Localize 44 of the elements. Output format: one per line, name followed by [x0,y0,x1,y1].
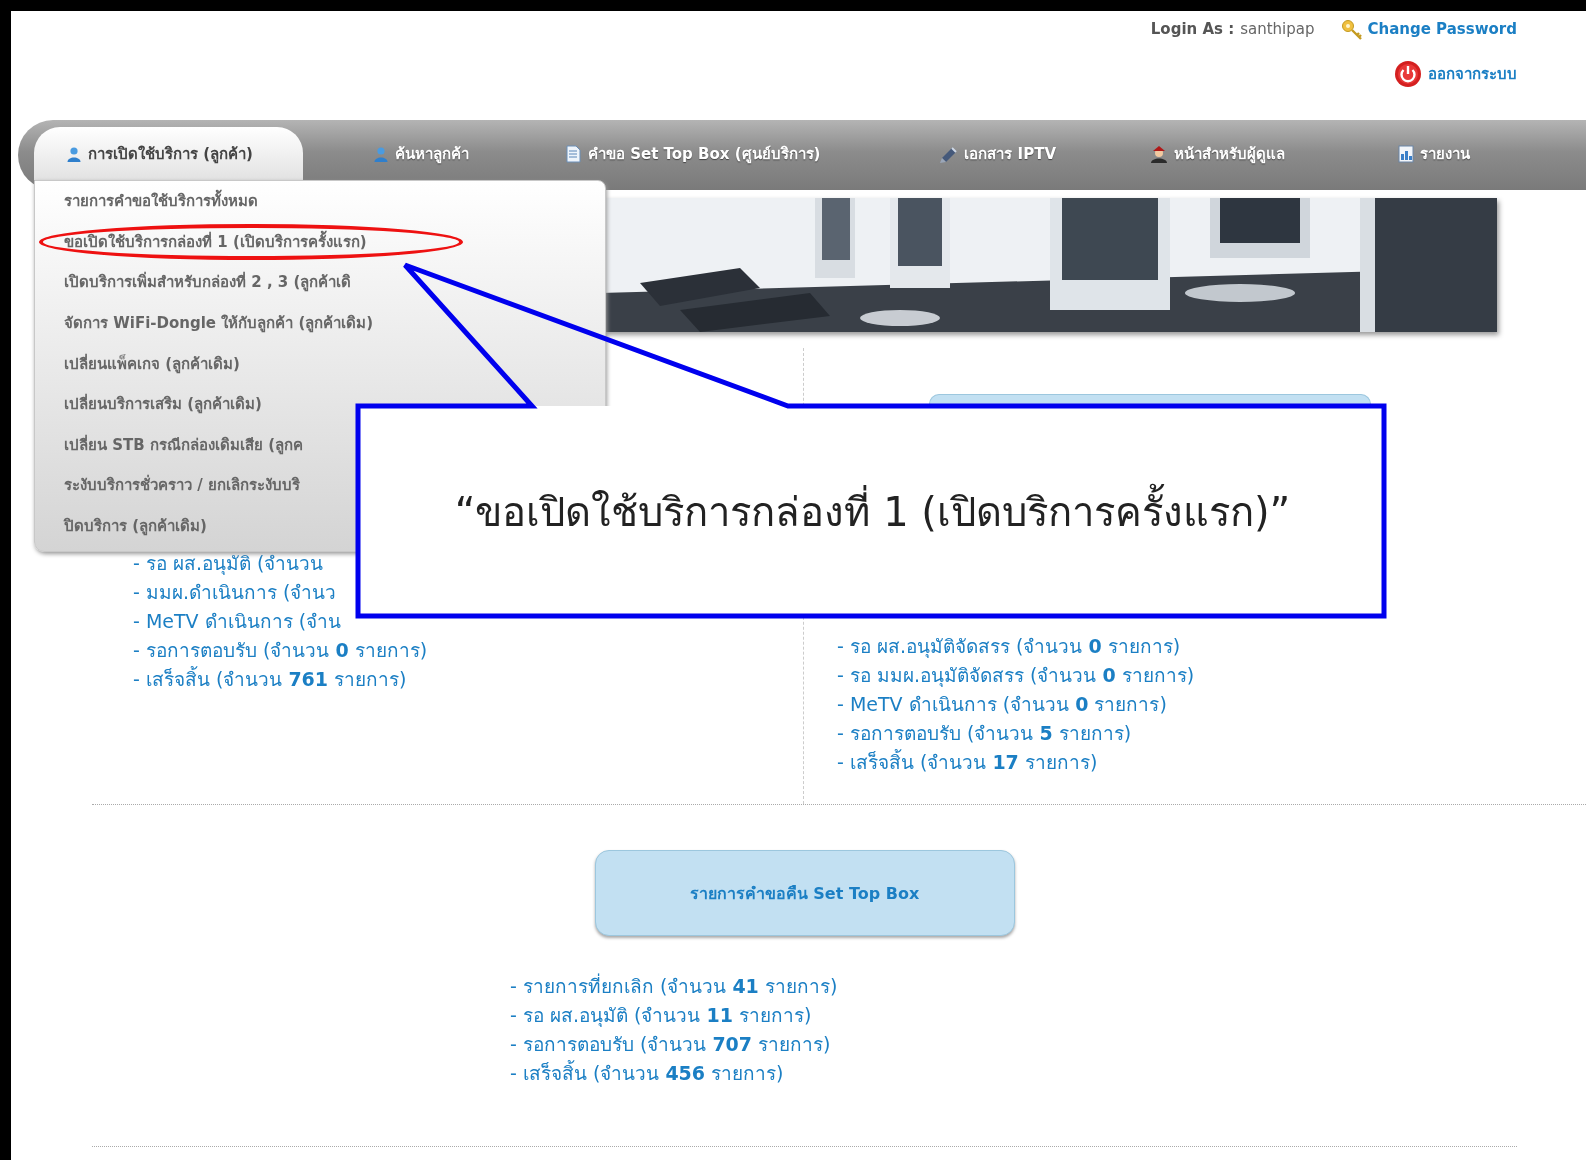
change-password-link[interactable]: Change Password [1367,20,1517,38]
key-icon [1340,18,1362,40]
status-link[interactable]: - เสร็จสิ้น (จำนวน 456 รายการ) [510,1059,784,1088]
username: santhipap [1240,20,1315,38]
menu-item[interactable]: เปลี่ยนบริการเสริม (ลูกค้าเดิม) [35,383,262,425]
menu-item[interactable]: จัดการ WiFi-Dongle ให้กับลูกค้า (ลูกค้าเดิม) [35,302,374,344]
pen-icon [940,144,959,163]
return-requests-button[interactable]: รายการคำขอคืน Set Top Box [594,850,1015,936]
nav-tab[interactable]: การเปิดใช้บริการ (ลูกค้า) [34,127,303,180]
status-link[interactable]: - เสร็จสิ้น (จำนวน 761 รายการ) [133,665,407,694]
report-icon [1398,144,1415,163]
callout-text: “ขอเปิดใช้บริการกล่องที่ 1 (เปิดบริการครั้งแรก)” [454,480,1291,544]
nav-tab[interactable]: หน้าสำหรับผู้ดูแล [1150,127,1286,180]
nav-tab[interactable]: ค้นหาลูกค้า [372,127,469,180]
status-link[interactable]: - เสร็จสิ้น (จำนวน 17 รายการ) [837,748,1098,777]
power-icon [1394,60,1422,88]
user-icon [372,145,389,162]
nav-tab[interactable]: รายงาน [1398,127,1471,180]
status-link[interactable]: - MeTV ดำเนินการ (จำน [133,607,342,636]
menu-item[interactable]: เปลี่ยนแพ็คเกจ (ลูกค้าเดิม) [35,343,240,384]
status-link[interactable]: - รอ มมผ.อนุมัติจัดสรร (จำนวน 0 รายการ) [837,661,1195,690]
login-label: Login As : [1150,20,1235,38]
status-link[interactable]: - MeTV ดำเนินการ (จำนวน 0 รายการ) [837,690,1167,719]
logout-link[interactable]: ออกจากระบบ [1428,62,1517,86]
person-icon [1150,144,1169,163]
status-link[interactable]: - รอการตอบรับ (จำนวน 0 รายการ) [133,636,428,665]
menu-item[interactable]: เปิดบริการเพิ่มสำหรับกล่องที่ 2 , 3 (ลูกค้าเดิ [35,262,352,303]
menu-item[interactable]: ขอเปิดใช้บริการกล่องที่ 1 (เปิดบริการครั้งแรก) [35,221,367,263]
nav-tab[interactable]: คำขอ Set Top Box (ศูนย์บริการ) [564,127,821,180]
status-link[interactable]: - รอ ผส.อนุมัติจัดสรร (จำนวน 0 รายการ) [837,632,1181,661]
category-button[interactable] [929,394,1371,405]
status-link[interactable]: - รอการตอบรับ (จำนวน 5 รายการ) [837,719,1132,748]
status-link[interactable]: - รอการตอบรับ (จำนวน 707 รายการ) [510,1030,831,1059]
status-link[interactable]: - รอ ผส.อนุมัติ (จำนวน [133,549,324,578]
menu-item[interactable]: เปลี่ยน STB กรณีกล่องเดิมเสีย (ลูกค [35,424,303,466]
menu-item[interactable]: ระงับบริการชั่วคราว / ยกเลิกระงับบริ [35,465,300,506]
status-link[interactable]: - รายการที่ยกเลิก (จำนวน 41 รายการ) [510,972,838,1001]
document-icon [564,144,582,163]
status-link[interactable]: - มมผ.ดำเนินการ (จำนว [133,578,337,607]
nav-tab[interactable]: เอกสาร IPTV [940,127,1057,180]
menu-item[interactable]: รายการคำขอใช้บริการทั้งหมด [35,181,258,222]
menu-item[interactable]: ปิดบริการ (ลูกค้าเดิม) [35,505,207,547]
user-icon [66,145,82,162]
status-link[interactable]: - รอ ผส.อนุมัติ (จำนวน 11 รายการ) [510,1001,812,1030]
